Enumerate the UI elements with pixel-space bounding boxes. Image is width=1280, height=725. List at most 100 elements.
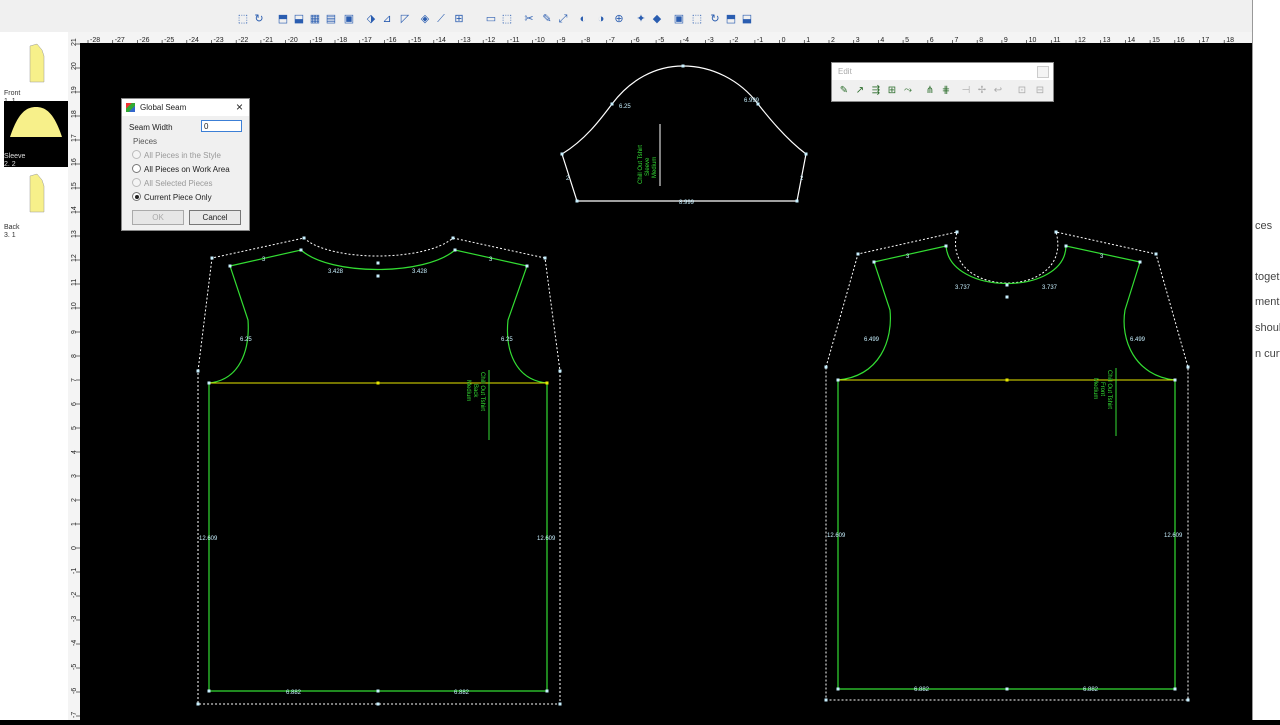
toolbar-tool-icon[interactable]: ◆ — [650, 12, 664, 26]
control-point[interactable] — [543, 256, 547, 260]
toolbar-tool-icon[interactable]: ↻ — [708, 12, 722, 26]
back-piece[interactable] — [825, 231, 1189, 701]
toolbar-tool-icon[interactable]: ⬓ — [292, 12, 306, 26]
toolbar-tool-icon[interactable]: ✎ — [540, 12, 554, 26]
control-point[interactable] — [610, 102, 614, 106]
dialog-title-bar[interactable]: Global Seam × — [122, 99, 249, 116]
control-point[interactable] — [376, 702, 380, 706]
control-point[interactable] — [207, 381, 211, 385]
edit-tool-icon[interactable]: ↗ — [854, 85, 866, 97]
control-point[interactable] — [824, 698, 828, 702]
piece-thumb-sleeve[interactable]: Sleeve 2. 2 — [4, 101, 68, 168]
control-point[interactable] — [196, 369, 200, 373]
toolbar-tool-icon[interactable]: ✂ — [522, 12, 536, 26]
control-point[interactable] — [1054, 230, 1058, 234]
toolbar-tool-icon[interactable]: ◈ — [418, 12, 432, 26]
control-point[interactable] — [872, 260, 876, 264]
control-point[interactable] — [804, 152, 808, 156]
control-point[interactable] — [376, 689, 380, 693]
control-point[interactable] — [944, 244, 948, 248]
control-point[interactable] — [824, 365, 828, 369]
edit-tool-icon[interactable]: ⋔ — [924, 85, 936, 97]
control-point[interactable] — [451, 236, 455, 240]
control-point[interactable] — [1173, 687, 1177, 691]
control-point[interactable] — [545, 381, 549, 385]
control-point[interactable] — [1064, 244, 1068, 248]
close-icon[interactable]: × — [236, 100, 243, 114]
toolbar-tool-icon[interactable]: ▭ — [484, 12, 498, 26]
pattern-canvas[interactable]: 6.25 6.999 2 2 8.999 Chill Out Tshirt Sl… — [80, 43, 1252, 720]
toolbar-tool-icon[interactable]: ⬒ — [724, 12, 738, 26]
control-point[interactable] — [210, 256, 214, 260]
toolbar-tool-icon[interactable]: ⊿ — [380, 12, 394, 26]
control-point[interactable] — [376, 274, 380, 278]
control-point[interactable] — [1173, 378, 1177, 382]
control-point[interactable] — [1138, 260, 1142, 264]
control-point[interactable] — [1005, 687, 1009, 691]
control-point[interactable] — [196, 702, 200, 706]
toolbar-tool-icon[interactable]: ⟋ — [434, 12, 448, 26]
toolbar-tool-icon[interactable]: ▣ — [342, 12, 356, 26]
close-icon[interactable] — [1037, 66, 1049, 78]
control-point[interactable] — [955, 230, 959, 234]
control-point[interactable] — [302, 236, 306, 240]
toolbar-tool-icon[interactable]: ⊞ — [452, 12, 466, 26]
toolbar-tool-icon[interactable]: ⬚ — [500, 12, 514, 26]
toolbar-tool-icon[interactable]: ⬓ — [740, 12, 754, 26]
toolbar-tool-icon[interactable]: ↻ — [252, 12, 266, 26]
option-current-piece-only[interactable]: Current Piece Only — [132, 192, 212, 202]
front-piece[interactable] — [197, 237, 561, 705]
control-point[interactable] — [836, 687, 840, 691]
toolbar-tool-icon[interactable]: ▣ — [672, 12, 686, 26]
control-point[interactable] — [207, 689, 211, 693]
control-point[interactable] — [1005, 378, 1009, 382]
toolbar-tool-icon[interactable]: ◐ — [576, 12, 590, 26]
edit-tool-icon[interactable]: ⊞ — [886, 85, 898, 97]
toolbar-tool-icon[interactable]: ▤ — [324, 12, 338, 26]
toolbar-tool-icon[interactable]: ⬒ — [276, 12, 290, 26]
toolbar-tool-icon[interactable]: ◑ — [594, 12, 608, 26]
toolbar-tool-icon[interactable]: ⊕ — [612, 12, 626, 26]
control-point[interactable] — [1186, 365, 1190, 369]
seam-width-input[interactable]: 0 — [201, 120, 242, 132]
toolbar-tool-icon[interactable]: ⬚ — [690, 12, 704, 26]
edit-tool-icon[interactable]: ✎ — [838, 85, 850, 97]
toolbar-tool-icon[interactable]: ◸ — [398, 12, 412, 26]
control-point[interactable] — [376, 261, 380, 265]
control-point[interactable] — [681, 64, 685, 68]
control-point[interactable] — [756, 102, 760, 106]
control-point[interactable] — [525, 264, 529, 268]
piece-thumb-front[interactable]: Front1. 1 — [4, 38, 68, 105]
work-area[interactable]: 6.25 6.999 2 2 8.999 Chill Out Tshirt Sl… — [80, 43, 1252, 720]
piece-thumb-back[interactable]: Back 3. 1 — [4, 172, 68, 239]
toolbar-tool-icon[interactable]: ✦ — [634, 12, 648, 26]
control-points[interactable] — [196, 64, 1190, 706]
sleeve-piece[interactable] — [561, 65, 807, 202]
cancel-button[interactable]: Cancel — [189, 210, 241, 225]
toolbar-tool-icon[interactable]: ⤢ — [556, 12, 570, 26]
control-point[interactable] — [1154, 252, 1158, 256]
control-point[interactable] — [228, 264, 232, 268]
edit-toolbar-title[interactable]: Edit — [832, 63, 1053, 80]
control-point[interactable] — [299, 248, 303, 252]
control-point[interactable] — [453, 248, 457, 252]
control-point[interactable] — [376, 381, 380, 385]
control-point[interactable] — [795, 199, 799, 203]
control-point[interactable] — [575, 199, 579, 203]
control-point[interactable] — [1005, 283, 1009, 287]
control-point[interactable] — [1186, 698, 1190, 702]
edit-tool-icon[interactable]: ⋕ — [940, 85, 952, 97]
edit-tool-icon[interactable]: ⇶ — [870, 85, 882, 97]
control-point[interactable] — [856, 252, 860, 256]
control-point[interactable] — [558, 369, 562, 373]
toolbar-tool-icon[interactable]: ▦ — [308, 12, 322, 26]
toolbar-tool-icon[interactable]: ⬚ — [236, 12, 250, 26]
control-point[interactable] — [836, 378, 840, 382]
edit-tool-icon[interactable]: ⤳ — [902, 85, 914, 97]
toolbar-tool-icon[interactable]: ⬗ — [364, 12, 378, 26]
option-all-pieces-on-work-area[interactable]: All Pieces on Work Area — [132, 164, 230, 174]
control-point[interactable] — [545, 689, 549, 693]
control-point[interactable] — [560, 152, 564, 156]
control-point[interactable] — [558, 702, 562, 706]
control-point[interactable] — [1005, 295, 1009, 299]
